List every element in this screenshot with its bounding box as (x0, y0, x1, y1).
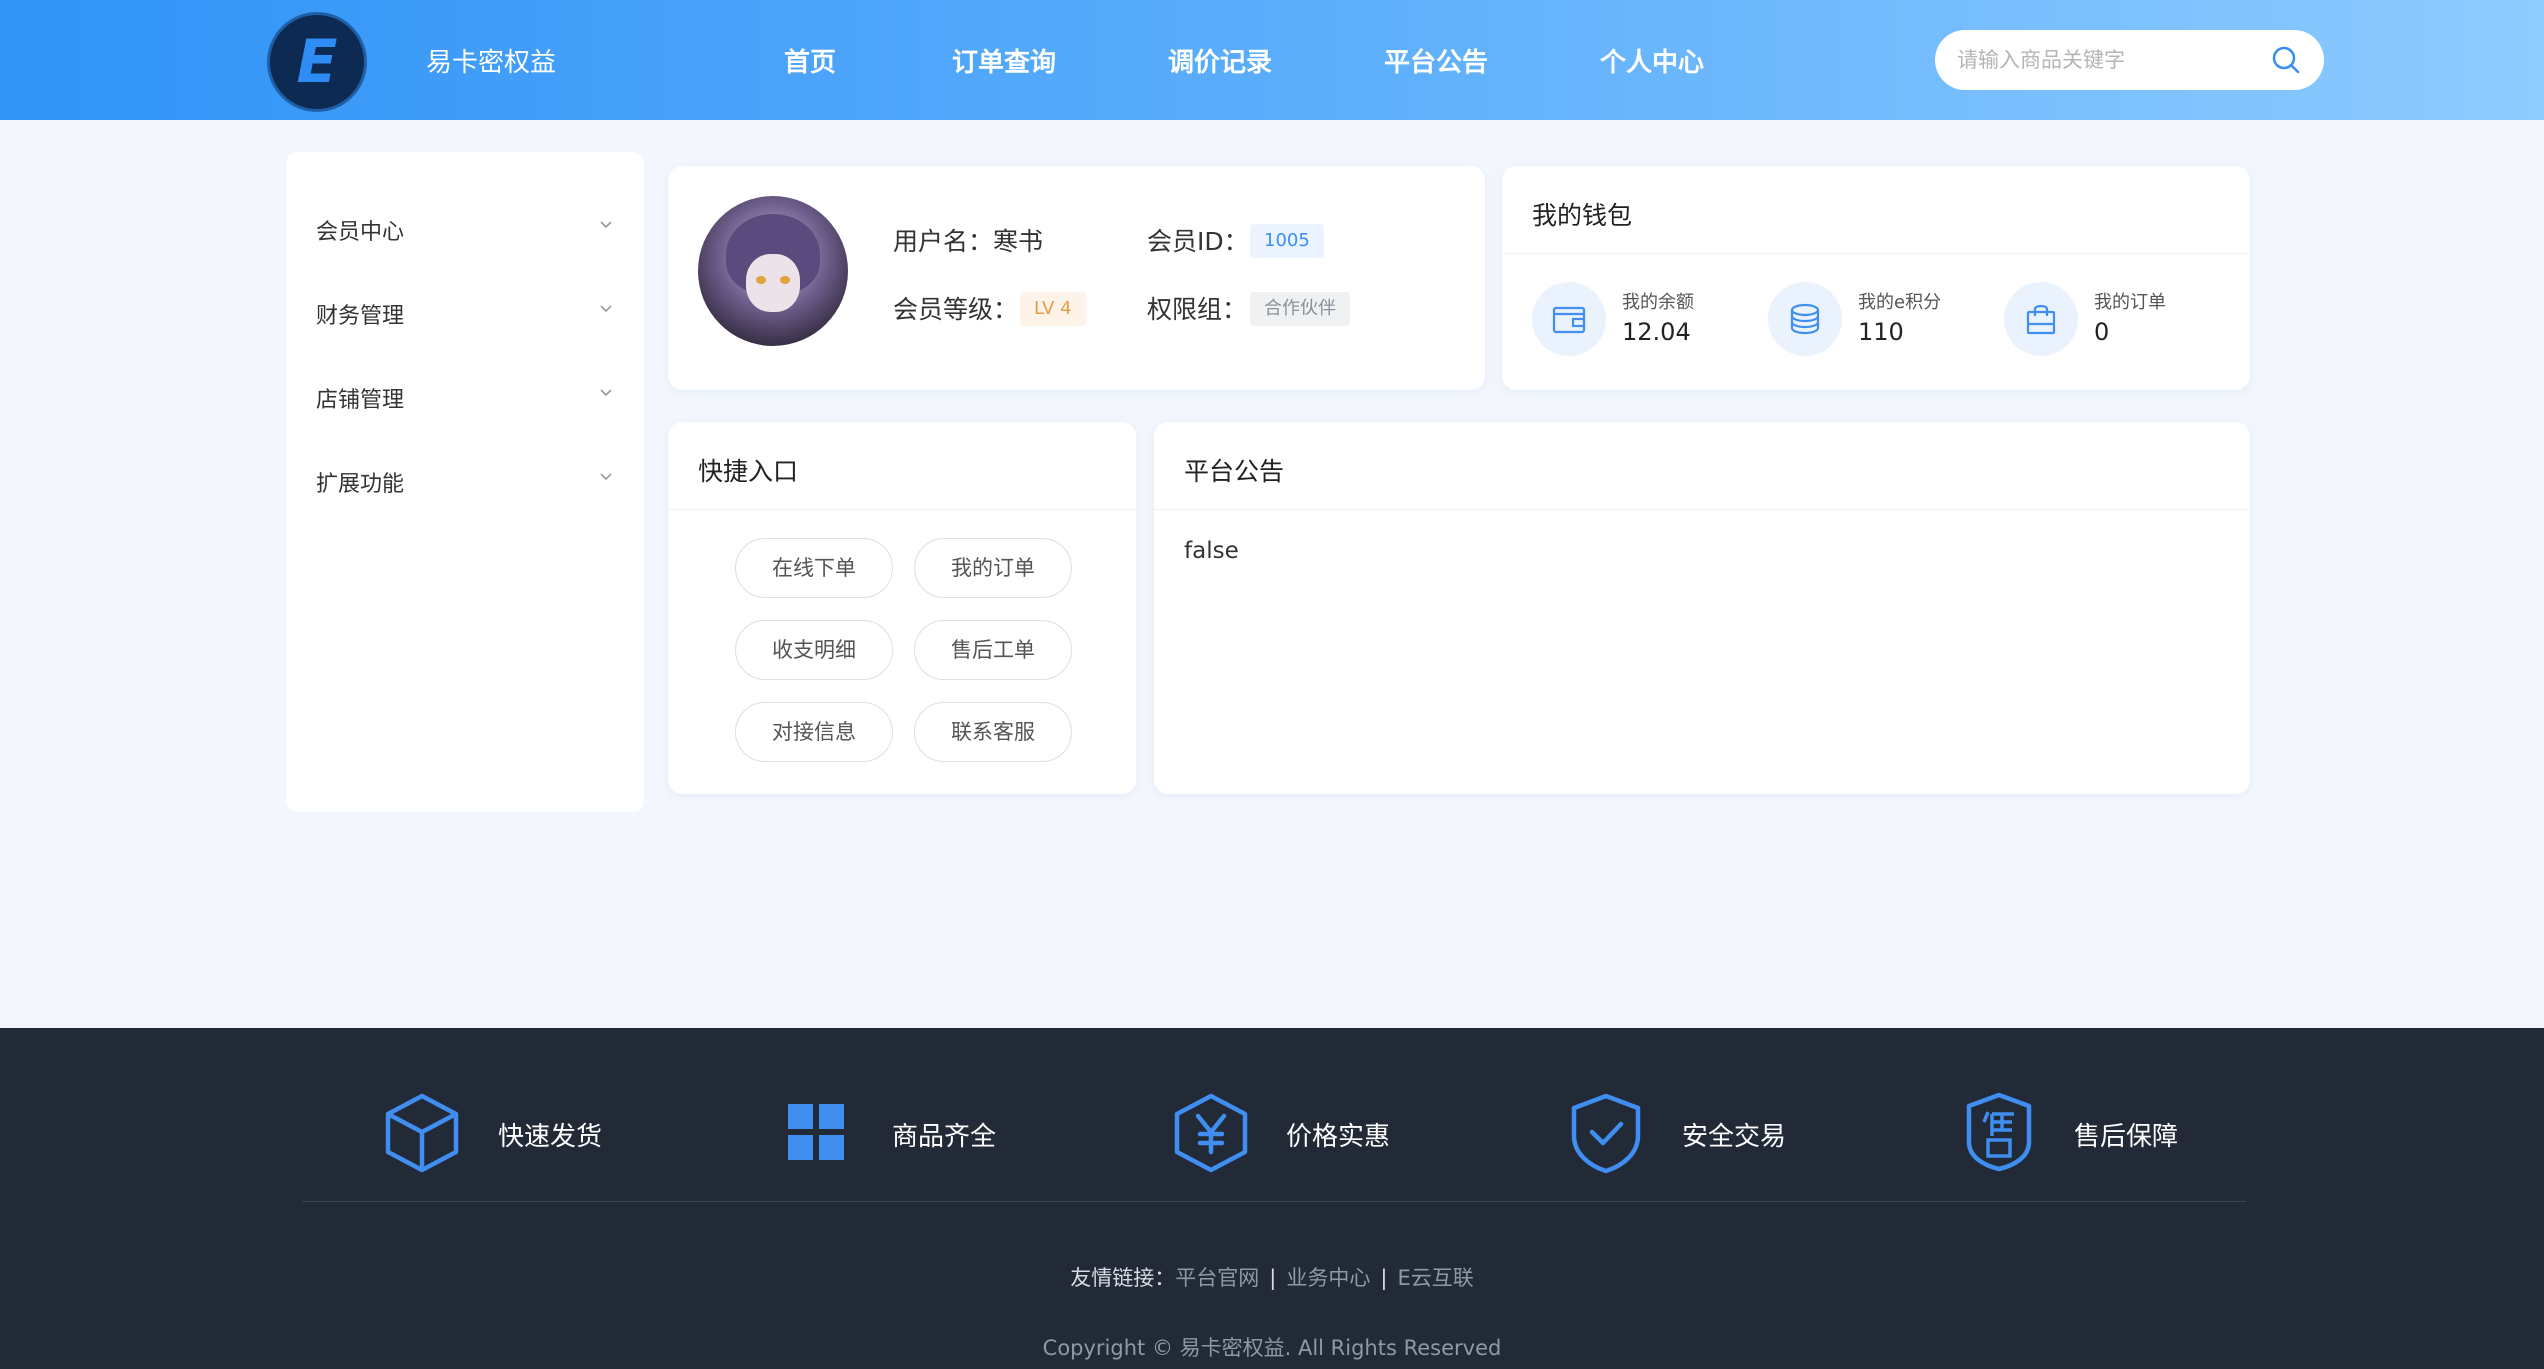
link-business-center[interactable]: 业务中心 (1286, 1266, 1370, 1290)
member-id-badge: 1005 (1250, 224, 1324, 258)
sidebar-item-extensions[interactable]: 扩展功能 (316, 458, 616, 498)
wallet-label: 我的订单 (2094, 292, 2166, 313)
points-value: 110 (1858, 318, 1904, 346)
friend-links-label: 友情链接： (1070, 1266, 1176, 1290)
orders-value: 0 (2094, 318, 2110, 346)
nav-order-query[interactable]: 订单查询 (952, 42, 1056, 79)
feature-label: 快速发货 (498, 1122, 603, 1152)
member-id-label: 会员ID： (1147, 227, 1249, 256)
footer: 快速发货 商品齐全 价格实惠 安全交易 售后保障 友情链接：平台官网 | 业务中… (0, 1028, 2544, 1369)
top-header: E 易卡密权益 首页 订单查询 调价记录 平台公告 个人中心 (0, 0, 2544, 120)
balance-value: 12.04 (1622, 318, 1691, 346)
coins-icon (1790, 303, 1820, 335)
grid-icon (788, 1104, 844, 1160)
link-e-cloud[interactable]: E云互联 (1397, 1266, 1473, 1290)
announcement-title: 平台公告 (1184, 457, 1285, 486)
group-badge: 合作伙伴 (1250, 292, 1350, 326)
group-label: 权限组： (1147, 295, 1248, 324)
search-box (1935, 30, 2324, 90)
quick-links-card: 快捷入口 在线下单 我的订单 收支明细 售后工单 对接信息 联系客服 (668, 422, 1136, 794)
nav-profile[interactable]: 个人中心 (1600, 42, 1704, 79)
yen-icon (1174, 1093, 1248, 1173)
wallet-label: 我的e积分 (1858, 292, 1942, 313)
api-info-button[interactable]: 对接信息 (735, 702, 893, 762)
transactions-button[interactable]: 收支明细 (735, 620, 893, 680)
chevron-down-icon (600, 473, 612, 481)
copyright: Copyright © 易卡密权益. All Rights Reserved (1042, 1336, 1502, 1360)
sidebar-item-store[interactable]: 店铺管理 (316, 374, 616, 414)
feature-label: 价格实惠 (1286, 1122, 1391, 1152)
friend-links: 友情链接：平台官网 | 业务中心 | E云互联 (1070, 1266, 1474, 1290)
quick-links-title: 快捷入口 (698, 457, 799, 486)
wallet-orders[interactable]: 我的订单 0 (2004, 282, 2224, 362)
search-input[interactable] (1957, 44, 2257, 76)
wallet-header: 我的钱包 (1502, 166, 2250, 254)
online-order-button[interactable]: 在线下单 (735, 538, 893, 598)
sidebar-item-label: 财务管理 (316, 304, 405, 329)
my-orders-button[interactable]: 我的订单 (914, 538, 1072, 598)
wallet-title: 我的钱包 (1532, 201, 1633, 230)
wallet-points[interactable]: 我的e积分 110 (1768, 282, 1988, 362)
level-label: 会员等级： (893, 295, 1019, 324)
feature-label: 商品齐全 (892, 1122, 997, 1152)
wallet-icon (1552, 306, 1586, 334)
nav-announcements[interactable]: 平台公告 (1384, 42, 1488, 79)
contact-support-button[interactable]: 联系客服 (914, 702, 1072, 762)
username: 用户名：寒书 (893, 227, 1044, 256)
nav-home[interactable]: 首页 (784, 42, 836, 79)
profile-card: 用户名：寒书 会员ID： 1005 会员等级： LV 4 权限组： 合作伙伴 (668, 166, 1485, 390)
chevron-down-icon (600, 221, 612, 229)
chevron-down-icon (600, 305, 612, 313)
sidebar-item-finance[interactable]: 财务管理 (316, 290, 616, 330)
box-icon (385, 1093, 459, 1173)
sidebar-item-label: 店铺管理 (316, 388, 405, 413)
bag-icon (2026, 304, 2056, 335)
announcement-content: false (1184, 538, 1239, 564)
search-icon[interactable] (2270, 44, 2302, 76)
shield-check-icon (1571, 1093, 1641, 1174)
logo-letter: E (296, 27, 338, 97)
announcement-card: 平台公告 false (1154, 422, 2250, 794)
quick-links-header: 快捷入口 (668, 422, 1136, 510)
level-badge: LV 4 (1020, 292, 1086, 326)
brand-name[interactable]: 易卡密权益 (426, 42, 556, 79)
wallet-label: 我的余额 (1622, 292, 1694, 313)
feature-label: 安全交易 (1682, 1122, 1787, 1152)
site-logo[interactable]: E (267, 12, 367, 112)
wallet-balance[interactable]: 我的余额 12.04 (1532, 282, 1752, 362)
sidebar-item-label: 会员中心 (316, 220, 405, 245)
feature-label: 售后保障 (2074, 1122, 2179, 1152)
footer-divider (302, 1201, 2246, 1202)
sidebar-item-member-center[interactable]: 会员中心 (316, 206, 616, 246)
sidebar: 会员中心 财务管理 店铺管理 扩展功能 (286, 152, 644, 812)
chevron-down-icon (600, 389, 612, 397)
after-sale-ticket-button[interactable]: 售后工单 (914, 620, 1072, 680)
avatar (698, 196, 848, 346)
nav-price-log[interactable]: 调价记录 (1168, 42, 1272, 79)
announcement-header: 平台公告 (1154, 422, 2250, 510)
after-sale-icon (1966, 1092, 2032, 1172)
wallet-card: 我的钱包 我的余额 12.04 我的e积分 110 我的订单 0 (1502, 166, 2250, 390)
sidebar-item-label: 扩展功能 (316, 472, 405, 497)
link-official-site[interactable]: 平台官网 (1175, 1266, 1259, 1290)
